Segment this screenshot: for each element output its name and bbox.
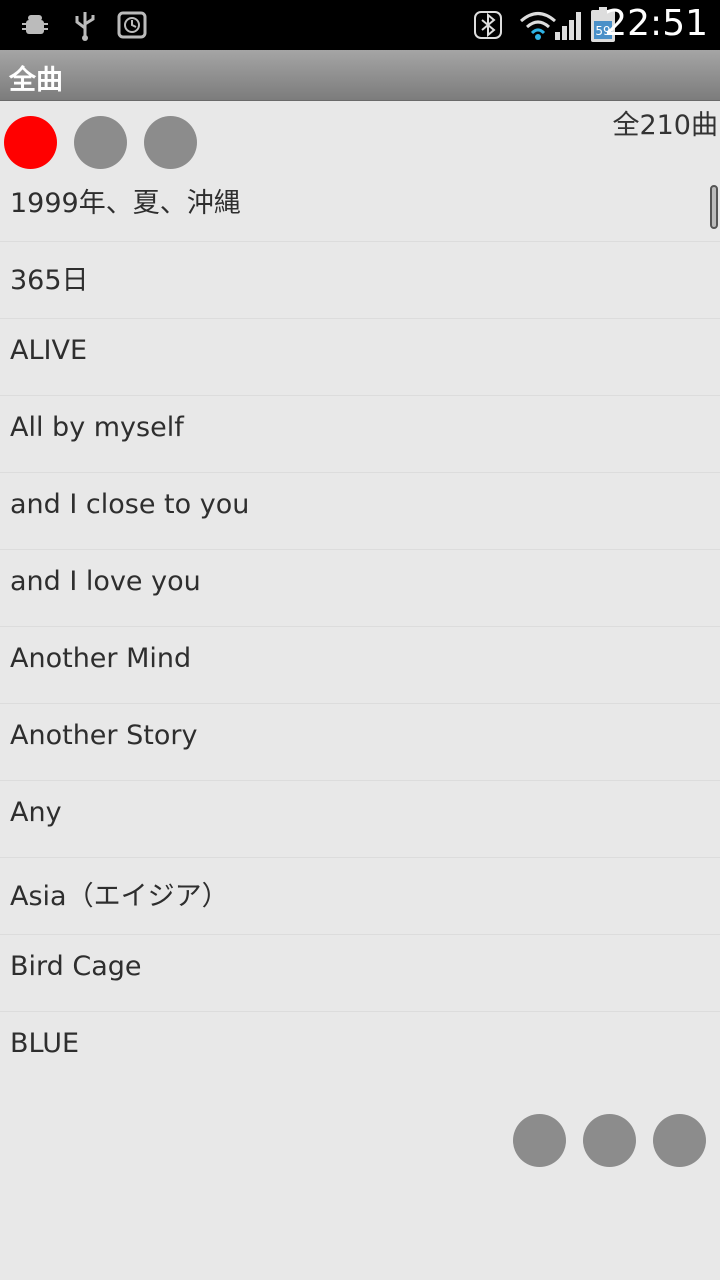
song-title: and I love you: [10, 566, 201, 597]
song-list-item[interactable]: Asia（エイジア）: [0, 858, 720, 935]
song-title: and I close to you: [10, 489, 250, 520]
song-list: 1999年、夏、沖縄 365日 ALIVE All by myself and …: [0, 165, 720, 1088]
android-debug-icon: [22, 15, 48, 34]
song-list-item[interactable]: All by myself: [0, 396, 720, 473]
top-dot-button-1[interactable]: [4, 116, 57, 169]
song-title: All by myself: [10, 412, 184, 443]
song-title: Asia（エイジア）: [10, 881, 229, 912]
bottom-dot-button-1[interactable]: [513, 1114, 566, 1167]
usb-icon: [75, 12, 95, 41]
song-title: Bird Cage: [10, 951, 142, 982]
song-title: 365日: [10, 265, 89, 296]
bottom-dot-button-3[interactable]: [653, 1114, 706, 1167]
song-list-item[interactable]: and I love you: [0, 550, 720, 627]
song-list-item[interactable]: Another Story: [0, 704, 720, 781]
status-time: 22:51: [604, 3, 708, 44]
song-title: 1999年、夏、沖縄: [10, 188, 241, 219]
page-title: 全曲: [9, 65, 63, 96]
signal-icon: [555, 12, 581, 40]
song-title: Another Mind: [10, 643, 192, 674]
song-list-item[interactable]: Any: [0, 781, 720, 858]
top-dot-button-2[interactable]: [74, 116, 127, 169]
bluetooth-sync-icon: [474, 11, 502, 39]
alarm-icon: [117, 11, 147, 39]
song-list-item[interactable]: 365日: [0, 242, 720, 319]
bottom-dot-button-2[interactable]: [583, 1114, 636, 1167]
song-list-item[interactable]: 1999年、夏、沖縄: [0, 165, 720, 242]
list-scrollbar[interactable]: [710, 185, 718, 229]
status-bar: 59 22:51: [0, 0, 720, 50]
song-list-item[interactable]: Bird Cage: [0, 935, 720, 1012]
song-title: Any: [10, 797, 62, 828]
song-title: BLUE: [10, 1028, 80, 1059]
song-title: Another Story: [10, 720, 198, 751]
song-title: ALIVE: [10, 335, 88, 366]
song-list-item[interactable]: and I close to you: [0, 473, 720, 550]
song-count: 全210曲: [612, 110, 718, 141]
song-list-item[interactable]: BLUE: [0, 1012, 720, 1088]
song-list-item[interactable]: ALIVE: [0, 319, 720, 396]
song-list-item[interactable]: Another Mind: [0, 627, 720, 704]
title-bar: 全曲: [0, 50, 720, 101]
top-dot-button-3[interactable]: [144, 116, 197, 169]
